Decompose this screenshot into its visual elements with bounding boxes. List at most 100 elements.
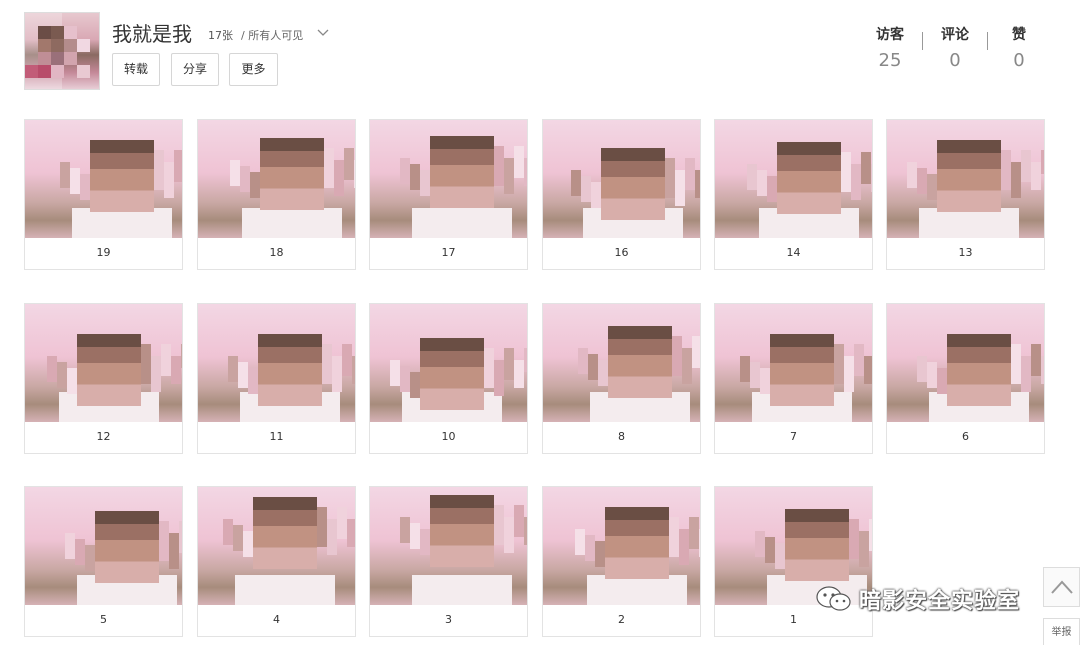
- mosaic-block: [57, 362, 67, 388]
- photo-thumbnail[interactable]: 18: [197, 119, 356, 270]
- photo-thumbnail[interactable]: 12: [24, 303, 183, 454]
- mosaic-block: [841, 152, 851, 192]
- photo-thumbnail[interactable]: 13: [886, 119, 1045, 270]
- album-cover[interactable]: [24, 12, 100, 90]
- chevron-down-icon[interactable]: [317, 26, 329, 38]
- photo-image[interactable]: [543, 120, 700, 238]
- photo-image[interactable]: [198, 120, 355, 238]
- mosaic-block: [164, 162, 174, 198]
- mosaic-block: [669, 517, 679, 557]
- mosaic-block: [907, 162, 917, 188]
- mosaic-block: [672, 336, 682, 376]
- mosaic-block: [1041, 150, 1044, 174]
- photo-thumbnail[interactable]: 5: [24, 486, 183, 637]
- mosaic-block: [585, 535, 595, 561]
- mosaic-block: [1021, 356, 1031, 392]
- mosaic-block: [685, 158, 695, 190]
- mosaic-block: [750, 362, 760, 388]
- photo-caption: 16: [614, 246, 629, 259]
- mosaic-block: [228, 356, 238, 382]
- mosaic-block: [679, 529, 689, 565]
- photo-image[interactable]: [370, 304, 527, 422]
- photo-image[interactable]: [25, 304, 182, 422]
- photo-thumbnail[interactable]: 7: [714, 303, 873, 454]
- mosaic-block: [332, 356, 342, 392]
- photo-thumbnail[interactable]: 11: [197, 303, 356, 454]
- mosaic-block: [248, 368, 258, 394]
- mosaic-block: [682, 348, 692, 384]
- mosaic-block: [765, 537, 775, 563]
- mosaic-block: [514, 360, 524, 388]
- visitors-stat[interactable]: 访客 25: [860, 24, 920, 71]
- photo-thumbnail[interactable]: 3: [369, 486, 528, 637]
- mosaic-block: [1031, 162, 1041, 190]
- photo-thumbnail[interactable]: 17: [369, 119, 528, 270]
- mosaic-block: [154, 150, 164, 190]
- photo-thumbnail[interactable]: 4: [197, 486, 356, 637]
- photo-count: 17张: [208, 29, 233, 42]
- pixelated-face: [420, 338, 484, 410]
- scroll-top-button[interactable]: [1043, 567, 1080, 607]
- mosaic-block: [699, 529, 700, 557]
- mosaic-block: [410, 164, 420, 190]
- mosaic-block: [695, 170, 700, 198]
- mosaic-block: [591, 182, 601, 208]
- pixelated-face: [90, 140, 154, 212]
- photo-thumbnail[interactable]: 8: [542, 303, 701, 454]
- photo-thumbnail[interactable]: 1: [714, 486, 873, 637]
- pixelated-face: [937, 140, 1001, 212]
- photo-image[interactable]: [198, 304, 355, 422]
- photo-image[interactable]: [370, 120, 527, 238]
- pixelated-face: [430, 136, 494, 208]
- photo-thumbnail[interactable]: 14: [714, 119, 873, 270]
- mosaic-block: [141, 344, 151, 384]
- photo-caption: 1: [790, 613, 797, 626]
- mosaic-block: [760, 368, 770, 394]
- mosaic-block: [230, 160, 240, 186]
- mosaic-block: [327, 519, 337, 555]
- mosaic-block: [240, 166, 250, 192]
- mosaic-block: [80, 174, 90, 200]
- photo-image[interactable]: [887, 304, 1044, 422]
- photo-thumbnail[interactable]: 10: [369, 303, 528, 454]
- comments-label: 评论: [941, 27, 969, 43]
- mosaic-block: [75, 539, 85, 565]
- mosaic-block: [47, 356, 57, 382]
- photo-thumbnail[interactable]: 16: [542, 119, 701, 270]
- mosaic-block: [494, 146, 504, 186]
- mosaic-block: [179, 521, 182, 553]
- photo-image[interactable]: [715, 120, 872, 238]
- repost-button[interactable]: 转载: [112, 53, 160, 86]
- mosaic-block: [851, 164, 861, 200]
- more-button[interactable]: 更多: [229, 53, 278, 86]
- photo-detail: [412, 575, 512, 605]
- visibility-label[interactable]: / 所有人可见: [241, 27, 303, 43]
- mosaic-block: [60, 162, 70, 188]
- photo-thumbnail[interactable]: 2: [542, 486, 701, 637]
- photo-image[interactable]: [543, 487, 700, 605]
- likes-stat[interactable]: 赞 0: [989, 24, 1049, 71]
- likes-label: 赞: [1012, 27, 1026, 43]
- photo-image[interactable]: [887, 120, 1044, 238]
- mosaic-block: [775, 543, 785, 569]
- photo-caption: 2: [618, 613, 625, 626]
- photo-image[interactable]: [198, 487, 355, 605]
- mosaic-block: [70, 168, 80, 194]
- mosaic-block: [181, 344, 182, 368]
- mosaic-block: [352, 356, 355, 384]
- photo-image[interactable]: [543, 304, 700, 422]
- pixelated-face: [95, 511, 159, 583]
- photo-image[interactable]: [370, 487, 527, 605]
- mosaic-block: [494, 505, 504, 545]
- report-link[interactable]: 举报: [1043, 618, 1080, 645]
- photo-image[interactable]: [715, 304, 872, 422]
- photo-thumbnail[interactable]: 6: [886, 303, 1045, 454]
- photo-image[interactable]: [25, 120, 182, 238]
- photo-caption: 10: [441, 430, 456, 443]
- share-button[interactable]: 分享: [171, 53, 219, 86]
- photo-image[interactable]: [25, 487, 182, 605]
- comments-stat[interactable]: 评论 0: [925, 24, 985, 71]
- mosaic-block: [747, 164, 757, 190]
- photo-thumbnail[interactable]: 19: [24, 119, 183, 270]
- mosaic-block: [849, 519, 859, 559]
